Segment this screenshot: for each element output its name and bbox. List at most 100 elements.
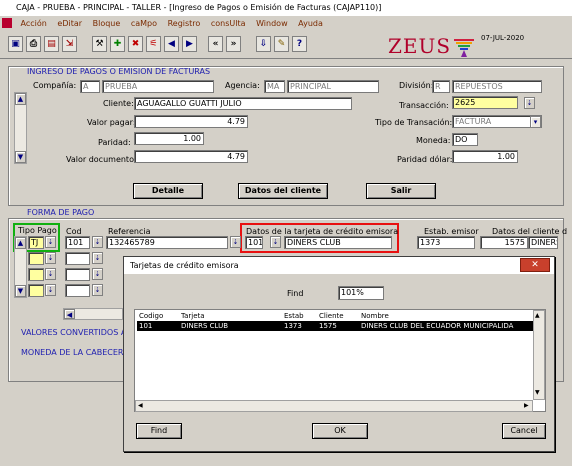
tipo-transaccion-select[interactable]: FACTURA: [452, 115, 542, 128]
close-icon: ✕: [531, 260, 539, 270]
referencia-field[interactable]: 132465789: [106, 236, 228, 249]
dialog-cancel-button[interactable]: Cancel: [502, 423, 546, 439]
grid-scroll-down-icon[interactable]: ▼: [535, 389, 540, 396]
cliente-field[interactable]: AGUAGALLO GUATTI JULIO: [134, 97, 352, 110]
grid-scroll-right-icon[interactable]: ▶: [524, 402, 529, 409]
tipo-pago-field-3[interactable]: [28, 268, 44, 281]
menu-campo[interactable]: caMpo: [127, 16, 161, 31]
datos-cliente-button[interactable]: Datos del cliente: [238, 183, 328, 199]
compania-name-field[interactable]: PRUEBA: [102, 80, 214, 93]
grid-vscrollbar[interactable]: ▲ ▼: [533, 310, 545, 400]
previous-block-icon[interactable]: «: [208, 36, 223, 52]
cod-lov-icon-4[interactable]: ⇣: [92, 284, 103, 296]
wand-icon[interactable]: ⚒: [92, 36, 107, 52]
results-grid[interactable]: Codigo Tarjeta Estab Cliente Nombre 101 …: [134, 309, 546, 412]
header-section-title: INGRESO DE PAGOS O EMISION DE FACTURAS: [27, 67, 211, 76]
dialog-close-button[interactable]: ✕: [520, 258, 550, 272]
col-estab: Estab: [284, 312, 304, 320]
tarjeta-name-field[interactable]: DINERS CLUB: [284, 236, 392, 249]
tipo-pago-lov-icon[interactable]: ⇣: [45, 236, 56, 248]
insert-record-icon[interactable]: ✚: [110, 36, 125, 52]
menu-window[interactable]: Window: [252, 16, 292, 31]
next-block-icon[interactable]: »: [226, 36, 241, 52]
tipo-pago-field-4[interactable]: [28, 284, 44, 297]
grid-scroll-left-icon[interactable]: ◀: [138, 402, 143, 409]
cliente-label: Cliente:: [103, 99, 134, 108]
scroll-up-icon[interactable]: ▲: [15, 93, 26, 105]
paridad-dolar-field[interactable]: 1.00: [452, 150, 518, 163]
referencia-lov-icon[interactable]: ⇣: [230, 236, 241, 248]
tipo-transaccion-dropdown-icon[interactable]: ▾: [530, 116, 541, 128]
payment-hscrollbar[interactable]: ◀: [63, 308, 123, 320]
moneda-cabecera-title: MONEDA DE LA CABECERA: [21, 348, 129, 357]
cod-field-2[interactable]: [65, 252, 90, 265]
payment-scroll-left-icon[interactable]: ◀: [64, 309, 75, 319]
document-icon[interactable]: [2, 18, 12, 28]
cod-lov-icon-2[interactable]: ⇣: [92, 252, 103, 264]
grid-scroll-up-icon[interactable]: ▲: [535, 312, 540, 319]
menu-accion[interactable]: Acción: [17, 16, 51, 31]
tarjetas-dialog: Tarjetas de crédito emisora ✕ Find 101% …: [123, 256, 555, 452]
list-of-values-icon[interactable]: ⇩: [256, 36, 271, 52]
grid-hscrollbar[interactable]: ◀ ▶: [135, 400, 533, 412]
find-input[interactable]: 101%: [338, 286, 384, 300]
menu-bloque[interactable]: Bloque: [89, 16, 125, 31]
table-row[interactable]: 101 DINERS CLUB 1373 1575 DINERS CLUB DE…: [137, 321, 533, 331]
help-icon[interactable]: ?: [292, 36, 307, 52]
transaccion-field[interactable]: 2625: [452, 96, 518, 109]
compania-code-field[interactable]: A: [80, 80, 100, 93]
cod-field-4[interactable]: [65, 284, 90, 297]
tipo-pago-lov-icon-2[interactable]: ⇣: [45, 252, 56, 264]
save-icon[interactable]: ▣: [8, 36, 23, 52]
print-icon[interactable]: ⎙: [26, 36, 41, 52]
payment-scroll-down-icon[interactable]: ▼: [15, 285, 26, 297]
next-record-icon[interactable]: ▶: [182, 36, 197, 52]
payment-section-title: FORMA DE PAGO: [27, 208, 95, 217]
valor-documento-field[interactable]: 4.79: [134, 150, 248, 163]
division-name-field[interactable]: REPUESTOS: [452, 80, 542, 93]
previous-record-icon[interactable]: ◀: [164, 36, 179, 52]
agencia-code-field[interactable]: MA: [264, 80, 285, 93]
transaccion-lov-icon[interactable]: ⇣: [524, 97, 535, 109]
close-form-icon[interactable]: ▤: [44, 36, 59, 52]
valores-convertidos-title: VALORES CONVERTIDOS A: [21, 328, 127, 337]
division-label: División:: [399, 81, 434, 90]
menu-registro[interactable]: Registro: [164, 16, 205, 31]
edit-icon[interactable]: ✎: [274, 36, 289, 52]
valor-pagar-field[interactable]: 4.79: [134, 115, 248, 128]
tipo-pago-field-2[interactable]: [28, 252, 44, 265]
agencia-name-field[interactable]: PRINCIPAL: [287, 80, 379, 93]
tipo-pago-field[interactable]: TJ: [28, 236, 44, 249]
agencia-label: Agencia:: [225, 81, 260, 90]
menu-consulta[interactable]: consUlta: [207, 16, 250, 31]
payment-scrollbar[interactable]: ▲ ▼: [14, 236, 27, 298]
estab-emisor-field[interactable]: 1373: [417, 236, 475, 249]
cliente-name-field[interactable]: DINERS: [528, 236, 558, 249]
delete-record-icon[interactable]: ✖: [128, 36, 143, 52]
paridad-field[interactable]: 1.00: [134, 132, 204, 145]
exit-icon[interactable]: ⇲: [62, 36, 77, 52]
header-scrollbar[interactable]: ▲ ▼: [14, 92, 27, 164]
menu-editar[interactable]: eDitar: [53, 16, 86, 31]
tipo-pago-lov-icon-3[interactable]: ⇣: [45, 268, 56, 280]
cod-field-3[interactable]: [65, 268, 90, 281]
col-nombre: Nombre: [361, 312, 389, 320]
cliente-num-field[interactable]: 1575: [480, 236, 528, 249]
cod-lov-icon[interactable]: ⇣: [92, 236, 103, 248]
payment-scroll-up-icon[interactable]: ▲: [15, 237, 26, 249]
cod-field[interactable]: 101: [65, 236, 90, 249]
division-code-field[interactable]: R: [432, 80, 450, 93]
moneda-field[interactable]: DO: [452, 133, 478, 146]
scroll-down-icon[interactable]: ▼: [15, 151, 26, 163]
dialog-find-button[interactable]: Find: [136, 423, 182, 439]
clear-icon[interactable]: ⚟: [146, 36, 161, 52]
salir-button[interactable]: Salir: [366, 183, 436, 199]
tipo-pago-lov-icon-4[interactable]: ⇣: [45, 284, 56, 296]
detalle-button[interactable]: Detalle: [133, 183, 203, 199]
dialog-ok-button[interactable]: OK: [312, 423, 368, 439]
tarjeta-code-field[interactable]: 101: [245, 236, 263, 249]
cod-lov-icon-3[interactable]: ⇣: [92, 268, 103, 280]
menu-ayuda[interactable]: Ayuda: [294, 16, 327, 31]
tarjeta-lov-icon[interactable]: ⇣: [270, 236, 281, 248]
row-codigo: 101: [139, 322, 153, 330]
